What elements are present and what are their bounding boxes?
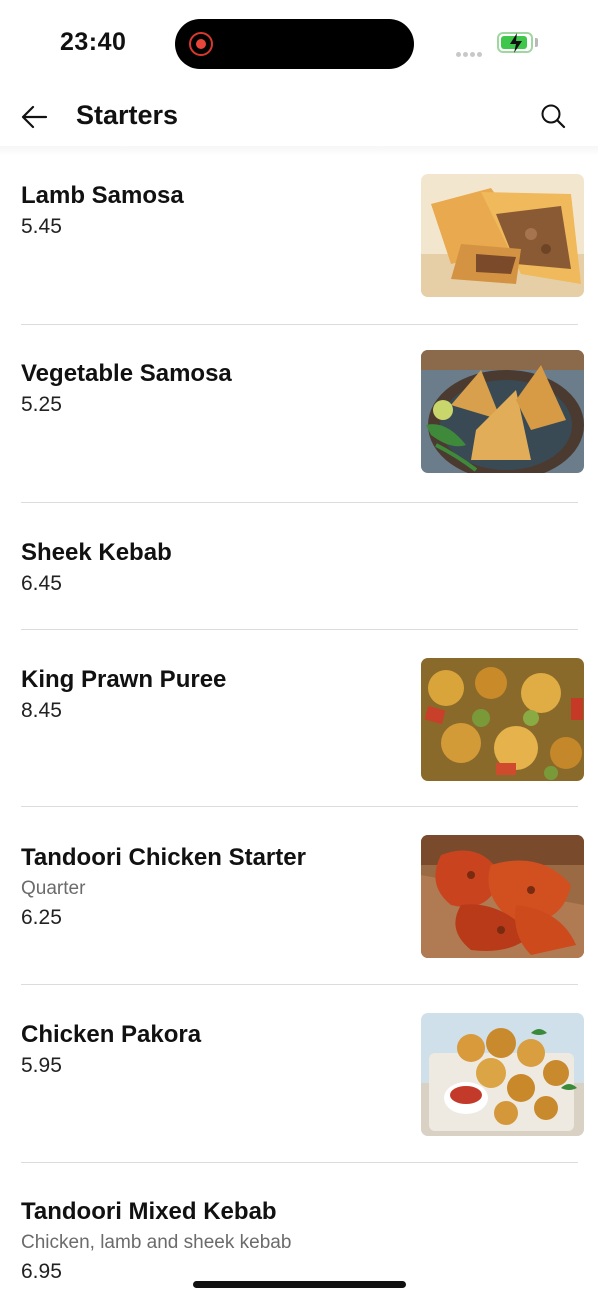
battery-icon [497, 32, 533, 53]
list-item[interactable]: Lamb Samosa 5.45 [0, 150, 598, 325]
list-item[interactable]: Tandoori Chicken Starter Quarter 6.25 [0, 807, 598, 985]
page-title: Starters [76, 100, 179, 130]
item-price: 6.45 [21, 572, 62, 595]
item-description: Chicken, lamb and sheek kebab [21, 1232, 292, 1253]
item-text: Lamb Samosa 5.45 [21, 181, 408, 240]
search-icon [541, 104, 566, 129]
king-prawn-puree-photo [421, 658, 584, 781]
home-indicator[interactable] [193, 1281, 406, 1288]
screen-recording-icon [189, 32, 213, 56]
item-text: King Prawn Puree 8.45 [21, 665, 408, 724]
item-name: Lamb Samosa [21, 182, 184, 209]
item-text: Tandoori Mixed Kebab Chicken, lamb and s… [21, 1197, 578, 1285]
item-text: Chicken Pakora 5.95 [21, 1020, 408, 1079]
charging-bolt-icon [510, 33, 522, 53]
item-price: 6.25 [21, 906, 62, 929]
cellular-signal-icon [456, 44, 484, 62]
item-name: Tandoori Mixed Kebab [21, 1198, 277, 1225]
lamb-samosa-photo [421, 174, 584, 297]
item-price: 5.25 [21, 393, 62, 416]
chicken-pakora-photo [421, 1013, 584, 1136]
list-item[interactable]: Chicken Pakora 5.95 [0, 985, 598, 1163]
list-item[interactable]: Tandoori Mixed Kebab Chicken, lamb and s… [0, 1163, 598, 1313]
arrow-left-icon [21, 105, 48, 129]
battery-nub [535, 38, 538, 47]
item-price: 8.45 [21, 699, 62, 722]
status-bar: 23:40 [0, 0, 598, 90]
item-text: Sheek Kebab 6.45 [21, 538, 408, 597]
item-text: Vegetable Samosa 5.25 [21, 359, 408, 418]
item-price: 5.45 [21, 215, 62, 238]
list-item[interactable]: Sheek Kebab 6.45 [0, 503, 598, 630]
item-name: Vegetable Samosa [21, 360, 232, 387]
vegetable-samosa-photo [421, 350, 584, 473]
item-name: Tandoori Chicken Starter [21, 844, 306, 871]
tandoori-chicken-photo [421, 835, 584, 958]
list-item[interactable]: King Prawn Puree 8.45 [0, 630, 598, 807]
dynamic-island [175, 19, 414, 69]
status-time: 23:40 [60, 28, 127, 56]
item-description: Quarter [21, 878, 86, 899]
top-app-bar: Starters [0, 90, 598, 146]
item-text: Tandoori Chicken Starter Quarter 6.25 [21, 843, 408, 931]
item-price: 5.95 [21, 1054, 62, 1077]
item-name: Chicken Pakora [21, 1021, 202, 1048]
search-button[interactable] [537, 100, 569, 132]
item-name: Sheek Kebab [21, 539, 172, 566]
item-name: King Prawn Puree [21, 666, 227, 693]
list-item[interactable]: Vegetable Samosa 5.25 [0, 325, 598, 503]
menu-list: Lamb Samosa 5.45 Vegetable Samosa 5.25 S… [0, 150, 598, 1313]
back-button[interactable] [18, 100, 52, 134]
